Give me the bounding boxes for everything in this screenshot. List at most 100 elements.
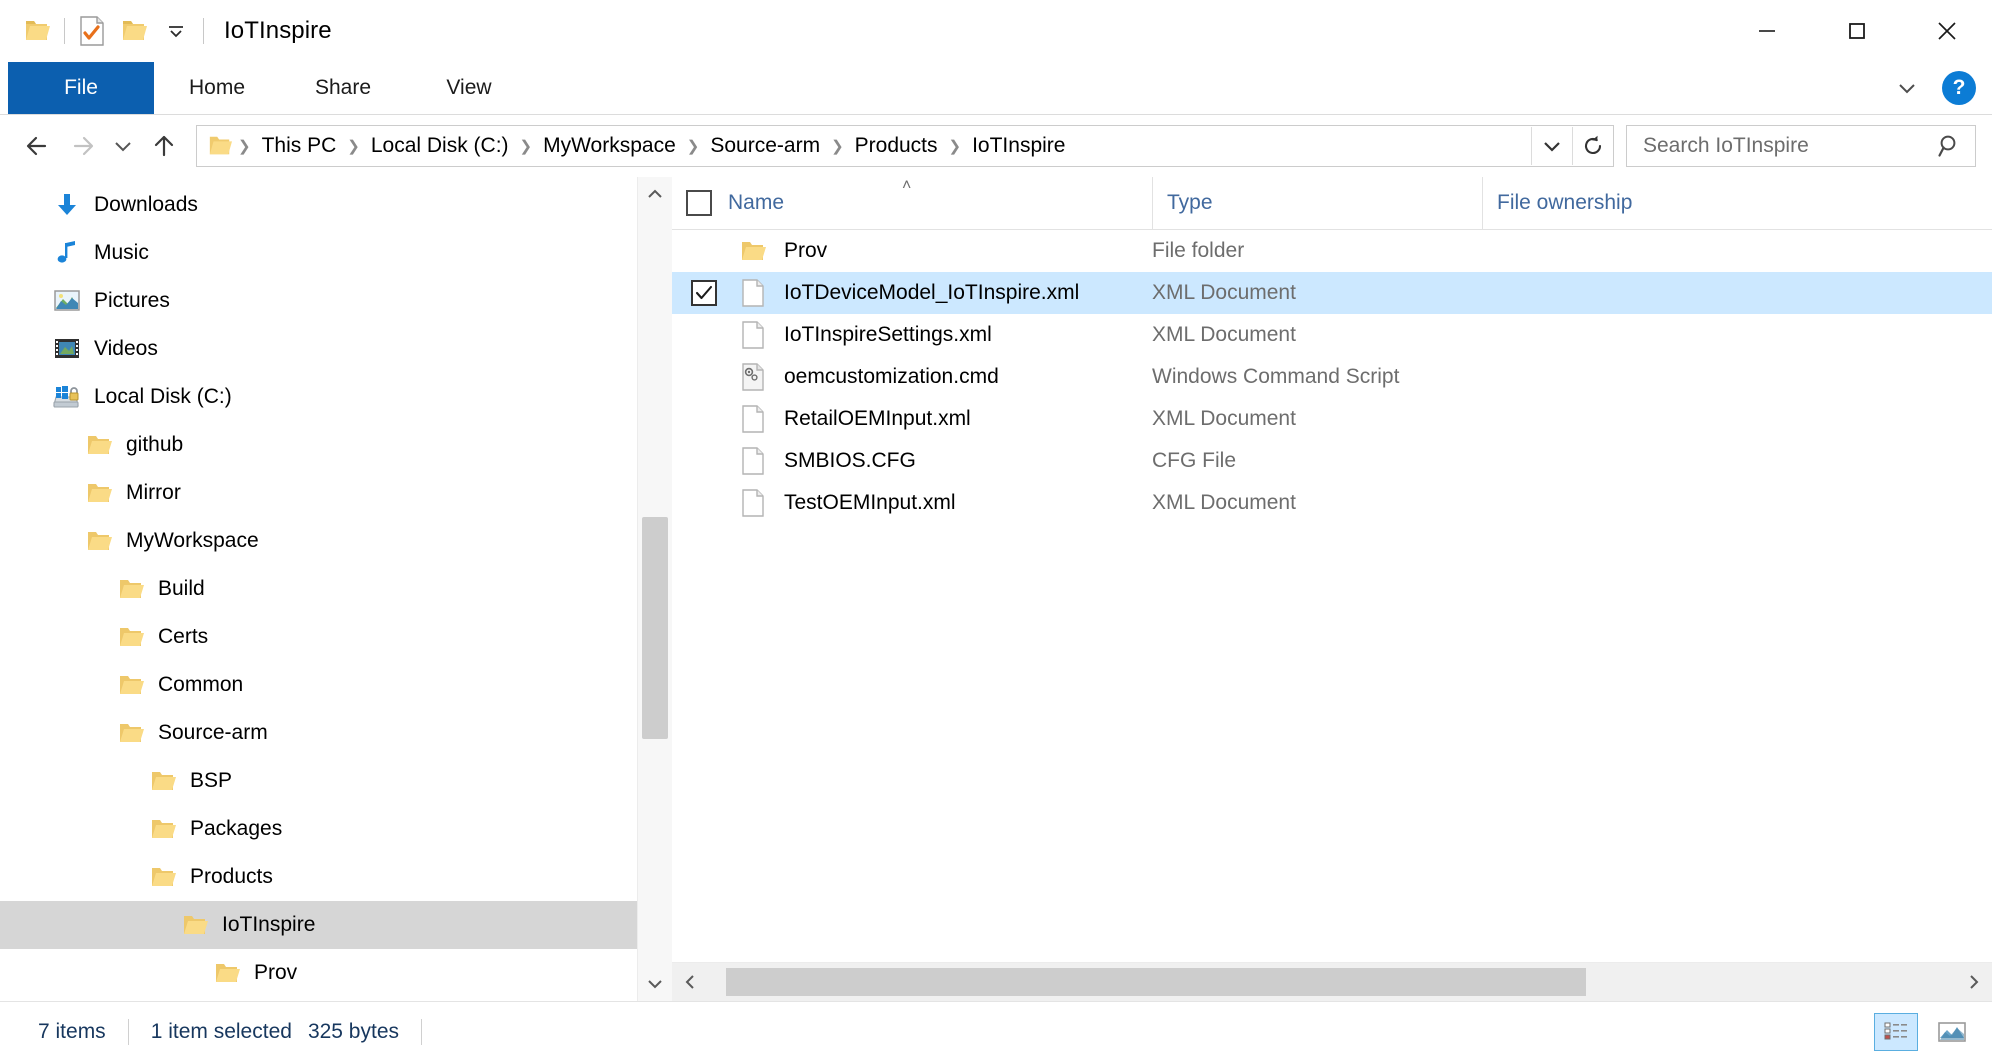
file-name-cell: Prov <box>784 239 1152 263</box>
sidebar-item-music[interactable]: Music <box>0 229 672 277</box>
navigation-scrollbar[interactable] <box>637 177 672 1001</box>
sidebar-item-label: Packages <box>190 817 282 841</box>
file-name-cell: IoTInspireSettings.xml <box>784 323 1152 347</box>
maximize-button[interactable] <box>1812 0 1902 62</box>
chevron-down-icon[interactable] <box>155 10 197 52</box>
folder-icon <box>116 718 146 748</box>
previous-locations-chevron-down-icon[interactable] <box>1531 127 1572 165</box>
sidebar-item-label: Pictures <box>94 289 170 313</box>
table-row[interactable]: TestOEMInput.xmlXML Document <box>672 482 1992 524</box>
sidebar-item-label: Common <box>158 673 243 697</box>
row-checkbox-checked[interactable] <box>691 280 717 306</box>
sidebar-item-pictures[interactable]: Pictures <box>0 277 672 325</box>
scroll-right-arrow-icon[interactable] <box>1956 963 1992 1001</box>
breadcrumb-item-products[interactable]: Products <box>847 130 946 162</box>
expand-ribbon-chevron-down-icon[interactable] <box>1892 77 1922 99</box>
scrollbar-thumb[interactable] <box>726 968 1586 996</box>
sidebar-item-label: Mirror <box>126 481 181 505</box>
select-all-checkbox[interactable] <box>686 190 712 216</box>
file-name-cell: SMBIOS.CFG <box>784 449 1152 473</box>
view-toggle-buttons <box>1874 1013 1974 1051</box>
file-name-cell: IoTDeviceModel_IoTInspire.xml <box>784 281 1152 305</box>
table-row[interactable]: ProvFile folder <box>672 230 1992 272</box>
breadcrumb-item-local-disk[interactable]: Local Disk (C:) <box>363 130 517 162</box>
file-type-cell: XML Document <box>1152 491 1482 515</box>
large-icons-view-button[interactable] <box>1930 1013 1974 1051</box>
tab-file[interactable]: File <box>8 62 154 114</box>
folder-icon <box>84 526 114 556</box>
scrollbar-track[interactable] <box>708 963 1956 1001</box>
refresh-icon[interactable] <box>1572 127 1613 165</box>
breadcrumb-item-iotinspire[interactable]: IoTInspire <box>964 130 1073 162</box>
help-icon[interactable]: ? <box>1942 71 1976 105</box>
scroll-down-arrow-icon[interactable] <box>638 967 672 1001</box>
table-row[interactable]: RetailOEMInput.xmlXML Document <box>672 398 1992 440</box>
table-row[interactable]: IoTInspireSettings.xmlXML Document <box>672 314 1992 356</box>
folder-icon[interactable] <box>16 10 58 52</box>
column-header-type[interactable]: Type <box>1152 177 1482 229</box>
properties-icon[interactable] <box>71 10 113 52</box>
sidebar-item-prov[interactable]: Prov <box>0 949 672 997</box>
table-row[interactable]: IoTDeviceModel_IoTInspire.xmlXML Documen… <box>672 272 1992 314</box>
search-input[interactable] <box>1641 133 1937 159</box>
breadcrumb-item-this-pc[interactable]: This PC <box>254 130 345 162</box>
table-row[interactable]: oemcustomization.cmdWindows Command Scri… <box>672 356 1992 398</box>
sidebar-item-downloads[interactable]: Downloads <box>0 181 672 229</box>
file-rows: ProvFile folder IoTDeviceModel_IoTInspir… <box>672 230 1992 962</box>
table-row[interactable]: SMBIOS.CFGCFG File <box>672 440 1992 482</box>
scroll-left-arrow-icon[interactable] <box>672 963 708 1001</box>
sidebar-item-build[interactable]: Build <box>0 565 672 613</box>
file-explorer-window: IoTInspire File Home Share View ? <box>0 0 1992 1062</box>
horizontal-scrollbar[interactable] <box>672 962 1992 1001</box>
search-icon[interactable] <box>1937 133 1963 159</box>
sidebar-item-packages[interactable]: Packages <box>0 805 672 853</box>
tab-share[interactable]: Share <box>280 62 406 114</box>
close-button[interactable] <box>1902 0 1992 62</box>
search-box[interactable] <box>1626 125 1976 167</box>
status-item-count: 7 items <box>16 1020 128 1044</box>
sidebar-item-github[interactable]: github <box>0 421 672 469</box>
sidebar-item-iotinspire[interactable]: IoTInspire <box>0 901 672 949</box>
forward-button[interactable] <box>60 124 104 168</box>
sidebar-item-products[interactable]: Products <box>0 853 672 901</box>
sidebar-item-label: Local Disk (C:) <box>94 385 232 409</box>
sidebar-item-label: MyWorkspace <box>126 529 259 553</box>
up-button[interactable] <box>142 124 186 168</box>
drive-icon <box>52 382 82 412</box>
videos-icon <box>52 334 82 364</box>
sidebar-item-bsp[interactable]: BSP <box>0 757 672 805</box>
sidebar-item-videos[interactable]: Videos <box>0 325 672 373</box>
new-folder-icon[interactable] <box>113 10 155 52</box>
folder-icon <box>212 958 242 988</box>
details-view-button[interactable] <box>1874 1013 1918 1051</box>
sidebar-item-mirror[interactable]: Mirror <box>0 469 672 517</box>
ribbon-tabs: File Home Share View ? <box>0 62 1992 115</box>
row-checkbox[interactable] <box>672 280 736 306</box>
sidebar-item-source-arm[interactable]: Source-arm <box>0 709 672 757</box>
breadcrumb-item-source-arm[interactable]: Source-arm <box>702 130 828 162</box>
minimize-button[interactable] <box>1722 0 1812 62</box>
breadcrumb-item-myworkspace[interactable]: MyWorkspace <box>535 130 684 162</box>
sidebar-item-common[interactable]: Common <box>0 661 672 709</box>
status-selection-count: 1 item selected <box>151 1020 292 1044</box>
folder-icon <box>84 430 114 460</box>
back-button[interactable] <box>16 124 60 168</box>
column-header-file-ownership[interactable]: File ownership <box>1482 177 1992 229</box>
pictures-icon <box>52 286 82 316</box>
sidebar-item-certs[interactable]: Certs <box>0 613 672 661</box>
folder-icon <box>116 670 146 700</box>
scroll-up-arrow-icon[interactable] <box>638 177 672 211</box>
breadcrumb-separator: ❯ <box>828 137 847 155</box>
breadcrumb[interactable]: ❯ This PC ❯ Local Disk (C:) ❯ MyWorkspac… <box>196 125 1614 167</box>
sidebar-item-myworkspace[interactable]: MyWorkspace <box>0 517 672 565</box>
downloads-icon <box>52 190 82 220</box>
sidebar-item-label: Videos <box>94 337 158 361</box>
sidebar-item-label: Source-arm <box>158 721 268 745</box>
tab-home[interactable]: Home <box>154 62 280 114</box>
tab-view[interactable]: View <box>406 62 532 114</box>
sidebar-item-local-disk-c[interactable]: Local Disk (C:) <box>0 373 672 421</box>
scrollbar-thumb[interactable] <box>642 517 668 739</box>
music-icon <box>52 238 82 268</box>
column-header-name[interactable]: ˄ Name <box>672 177 1152 229</box>
recent-locations-chevron-down-icon[interactable] <box>104 124 142 168</box>
